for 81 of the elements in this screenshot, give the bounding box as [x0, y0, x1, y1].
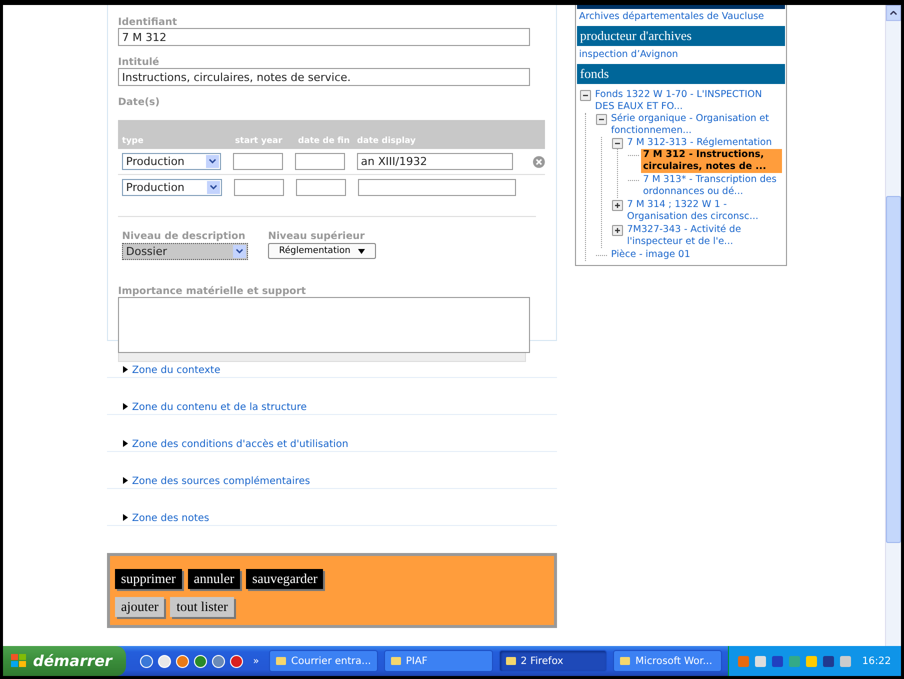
more-button[interactable]: » [253, 656, 260, 666]
tray-icon[interactable] [822, 654, 836, 668]
zone-link[interactable]: Zone du contenu et de la structure [132, 402, 307, 413]
tray-icon[interactable] [754, 654, 768, 668]
field-label: Niveau de description [122, 231, 246, 242]
input-field[interactable]: Instructions, circulaires, notes de service. [118, 68, 530, 86]
zone-link[interactable]: Zone des notes [132, 513, 210, 524]
field-label: Niveau supérieur [268, 231, 366, 242]
tree-item[interactable]: Pièce - image 01 [609, 249, 692, 261]
field-label: Date(s) [118, 97, 161, 108]
task-button[interactable]: Microsoft Wor... [613, 650, 722, 672]
section-heading: producteur d'archives [577, 26, 785, 46]
resize-grip[interactable] [118, 353, 526, 362]
action-button[interactable]: supprimer [115, 569, 182, 589]
window-icon [390, 655, 402, 667]
triangle-icon [123, 514, 128, 521]
zone-link[interactable]: Zone des sources complémentaires [132, 476, 310, 487]
zone-link[interactable]: Zone des conditions d'accès et d'utilisation [132, 439, 348, 450]
action-button[interactable]: sauvegarder [246, 569, 324, 589]
tree-item[interactable]: 7 M 313* - Transcription des ordonnances ou dé... [641, 174, 782, 198]
expand-icon[interactable] [612, 225, 623, 236]
input-field[interactable] [232, 153, 283, 170]
field-label: Importance matérielle et support [118, 286, 307, 297]
expand-icon[interactable] [612, 200, 623, 211]
type-dropdown[interactable]: Production [122, 153, 221, 170]
triangle-icon [123, 403, 128, 410]
action-button[interactable]: tout lister [170, 597, 234, 617]
app-icon[interactable] [176, 654, 190, 668]
field-label: Identifiant [118, 17, 178, 28]
app-icon[interactable] [140, 654, 154, 668]
windows-flag-icon [11, 654, 27, 668]
tree-item[interactable]: Fonds 1322 W 1-70 - L'INSPECTION DES EAUX ET FO... [593, 89, 782, 113]
tray-icon[interactable] [805, 654, 818, 668]
input-field[interactable] [358, 179, 516, 196]
chevron-down-icon [236, 249, 243, 254]
app-icon[interactable] [212, 654, 226, 668]
chevron-down-icon [208, 159, 216, 164]
input-field[interactable]: 7 M 312 [118, 28, 530, 46]
parent-level-button[interactable]: Réglementation [268, 243, 376, 259]
tree-item[interactable]: 7 M 312 - Instructions, circulaires, notes de ... [641, 149, 782, 173]
service-link[interactable]: Archives départementales de Vaucluse [577, 9, 785, 25]
type-dropdown[interactable]: Production [122, 179, 222, 196]
clock: 16:22 [862, 656, 891, 666]
field-label: Intitulé [118, 57, 160, 68]
collapse-icon[interactable] [580, 90, 591, 101]
producer-link[interactable]: inspection d’Avignon [577, 47, 785, 63]
scrollbar[interactable] [885, 5, 901, 646]
tree-item[interactable]: Série organique - Organisation et fonctionnemen... [609, 113, 782, 137]
action-button[interactable]: ajouter [115, 597, 164, 617]
tree-item[interactable]: 7M327-343 - Activité de l'inspecteur et de l'e... [625, 224, 782, 248]
input-field[interactable] [294, 153, 345, 170]
task-button[interactable]: 2 Firefox [498, 650, 608, 672]
triangle-icon [123, 440, 128, 447]
window-icon [275, 655, 288, 667]
input-field[interactable]: an XIII/1932 [356, 153, 514, 170]
app-icon[interactable] [158, 654, 172, 668]
triangle-icon [123, 477, 128, 484]
app-icon[interactable] [194, 654, 208, 668]
app-icon[interactable] [230, 654, 244, 668]
tree-item[interactable]: 7 M 312-313 - Réglementation [625, 137, 774, 149]
window-icon [504, 655, 517, 667]
input-field[interactable] [296, 179, 346, 196]
tray-icon[interactable] [771, 654, 784, 668]
collapse-icon[interactable] [596, 114, 607, 125]
zone-link[interactable]: Zone du contexte [132, 365, 220, 376]
triangle-icon [123, 366, 128, 373]
task-button[interactable]: PIAF [384, 650, 493, 672]
task-button[interactable]: Courrier entra... [269, 650, 378, 672]
tree-item[interactable]: 7 M 314 ; 1322 W 1 - Organisation des circonsc... [625, 199, 782, 223]
start-button[interactable]: démarrer [3, 646, 126, 676]
section-heading: fonds [577, 64, 785, 84]
action-button[interactable]: annuler [188, 569, 240, 589]
scroll-up-icon[interactable] [890, 11, 897, 15]
remove-icon[interactable] [533, 156, 545, 168]
window-icon [619, 655, 632, 667]
input-field[interactable] [234, 179, 284, 196]
chevron-down-icon [210, 185, 217, 190]
caret-icon [358, 248, 366, 254]
collapse-icon[interactable] [612, 138, 623, 149]
tray-icon[interactable] [839, 654, 852, 668]
text-area[interactable] [118, 297, 530, 353]
